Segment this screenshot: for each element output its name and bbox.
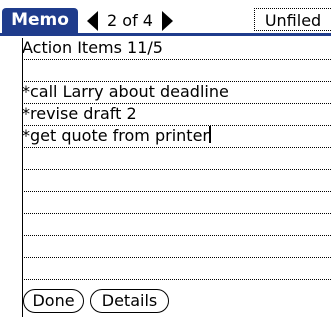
memo-line[interactable] bbox=[22, 170, 331, 192]
title-bar: Memo 2 of 4 Unfiled bbox=[0, 0, 331, 38]
category-selector[interactable]: Unfiled bbox=[254, 8, 331, 31]
memo-line-text: *get quote from printer bbox=[22, 126, 209, 145]
memo-line[interactable] bbox=[22, 148, 331, 170]
memo-line-text: Action Items 11/5 bbox=[22, 38, 163, 57]
triangle-left-icon[interactable] bbox=[84, 10, 104, 32]
triangle-right-icon[interactable] bbox=[156, 10, 176, 32]
text-cursor bbox=[208, 126, 211, 143]
memo-text-area[interactable]: Action Items 11/5 *call Larry about dead… bbox=[0, 38, 331, 280]
memo-line[interactable]: *call Larry about deadline bbox=[22, 82, 331, 104]
memo-line[interactable]: *get quote from printer bbox=[22, 126, 331, 148]
title-divider bbox=[0, 33, 331, 36]
memo-line-text: *call Larry about deadline bbox=[22, 82, 229, 101]
memo-line[interactable] bbox=[22, 236, 331, 258]
memo-line[interactable] bbox=[22, 258, 331, 280]
done-button[interactable]: Done bbox=[23, 289, 84, 313]
memo-line-text: *revise draft 2 bbox=[22, 104, 137, 123]
details-button[interactable]: Details bbox=[90, 289, 169, 313]
memo-line[interactable] bbox=[22, 214, 331, 236]
memo-line[interactable]: Action Items 11/5 bbox=[22, 38, 331, 60]
app-title[interactable]: Memo bbox=[2, 8, 78, 33]
memo-line[interactable] bbox=[22, 60, 331, 82]
memo-line[interactable] bbox=[22, 192, 331, 214]
page-indicator: 2 of 4 bbox=[107, 11, 153, 30]
memo-screen: Memo 2 of 4 Unfiled Action Items 11/5 *c… bbox=[0, 0, 331, 317]
memo-line[interactable]: *revise draft 2 bbox=[22, 104, 331, 126]
